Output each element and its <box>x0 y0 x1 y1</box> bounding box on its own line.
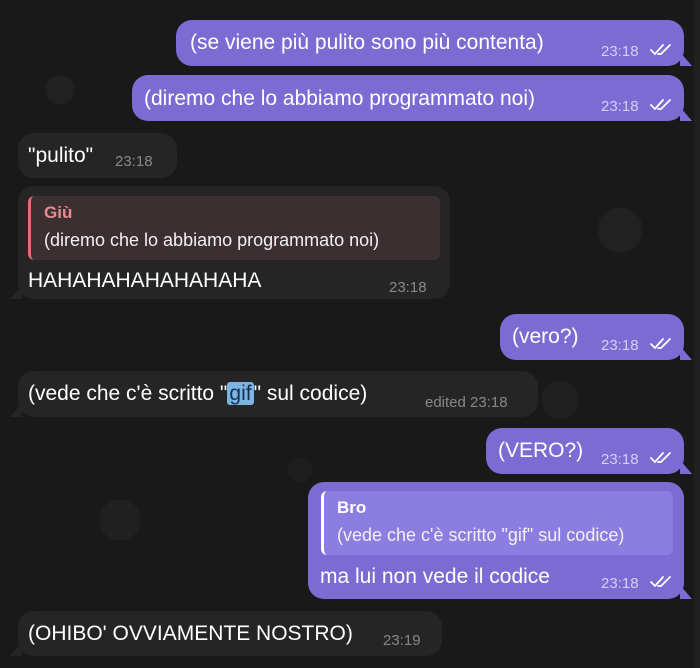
message-text: (vero?) <box>512 325 579 348</box>
double-check-icon <box>650 576 671 588</box>
message-bubble[interactable]: Bro (vede che c'è scritto "gif" sul codi… <box>308 482 692 599</box>
message-time: edited 23:18 <box>425 394 508 411</box>
message-bubble[interactable]: "pulito" 23:18 <box>18 133 177 178</box>
message-time: 23:19 <box>383 632 421 649</box>
message-text: (VERO?) <box>498 439 584 462</box>
double-check-icon <box>650 338 671 350</box>
message-text: (diremo che lo abbiamo programmato noi) <box>144 87 536 110</box>
reply-quote[interactable]: Bro (vede che c'è scritto "gif" sul codi… <box>321 491 673 555</box>
message-time: 23:18 <box>601 98 639 115</box>
message-text-start: (vede che c'è scritto " <box>28 382 228 405</box>
message-text: HAHAHAHAHAHAHAHA <box>28 269 262 292</box>
message-text-end: " sul codice) <box>253 382 368 405</box>
message-bubble[interactable]: (diremo che lo abbiamo programmato noi) … <box>132 75 692 121</box>
message-bubble[interactable]: (se viene più pulito sono più contenta) … <box>176 20 692 66</box>
message-bubble[interactable]: (vero?) 23:18 <box>500 314 692 360</box>
reply-text: (vede che c'è scritto "gif" sul codice) <box>337 525 625 545</box>
double-check-icon <box>650 99 671 111</box>
message-bubble[interactable]: Giù (diremo che lo abbiamo programmato n… <box>10 186 450 299</box>
message-time: 23:18 <box>389 279 427 296</box>
message-time: 23:18 <box>601 43 639 60</box>
message-bubble[interactable]: (VERO?) 23:18 <box>486 428 692 474</box>
reply-author: Giù <box>44 203 73 222</box>
double-check-icon <box>650 452 671 464</box>
chat-scrollbar[interactable] <box>694 0 700 668</box>
message-text: (vede che c'è scritto "gif" sul codice) <box>28 381 367 407</box>
reply-quote[interactable]: Giù (diremo che lo abbiamo programmato n… <box>28 196 440 260</box>
reply-text: (diremo che lo abbiamo programmato noi) <box>44 230 380 250</box>
message-text: (se viene più pulito sono più contenta) <box>190 31 544 54</box>
message-time: 23:18 <box>601 337 639 354</box>
search-highlight: gif <box>227 382 254 405</box>
message-time: 23:18 <box>601 451 639 468</box>
message-bubble[interactable]: (vede che c'è scritto "gif" sul codice) … <box>10 371 538 417</box>
message-text: "pulito" <box>28 144 94 167</box>
message-bubble[interactable]: (OHIBO' OVVIAMENTE NOSTRO) 23:19 <box>10 611 442 656</box>
message-time: 23:18 <box>115 153 153 170</box>
message-text: (OHIBO' OVVIAMENTE NOSTRO) <box>28 622 353 645</box>
message-time: 23:18 <box>601 575 639 592</box>
message-text: ma lui non vede il codice <box>320 565 550 588</box>
double-check-icon <box>650 44 671 56</box>
reply-author: Bro <box>337 498 367 517</box>
